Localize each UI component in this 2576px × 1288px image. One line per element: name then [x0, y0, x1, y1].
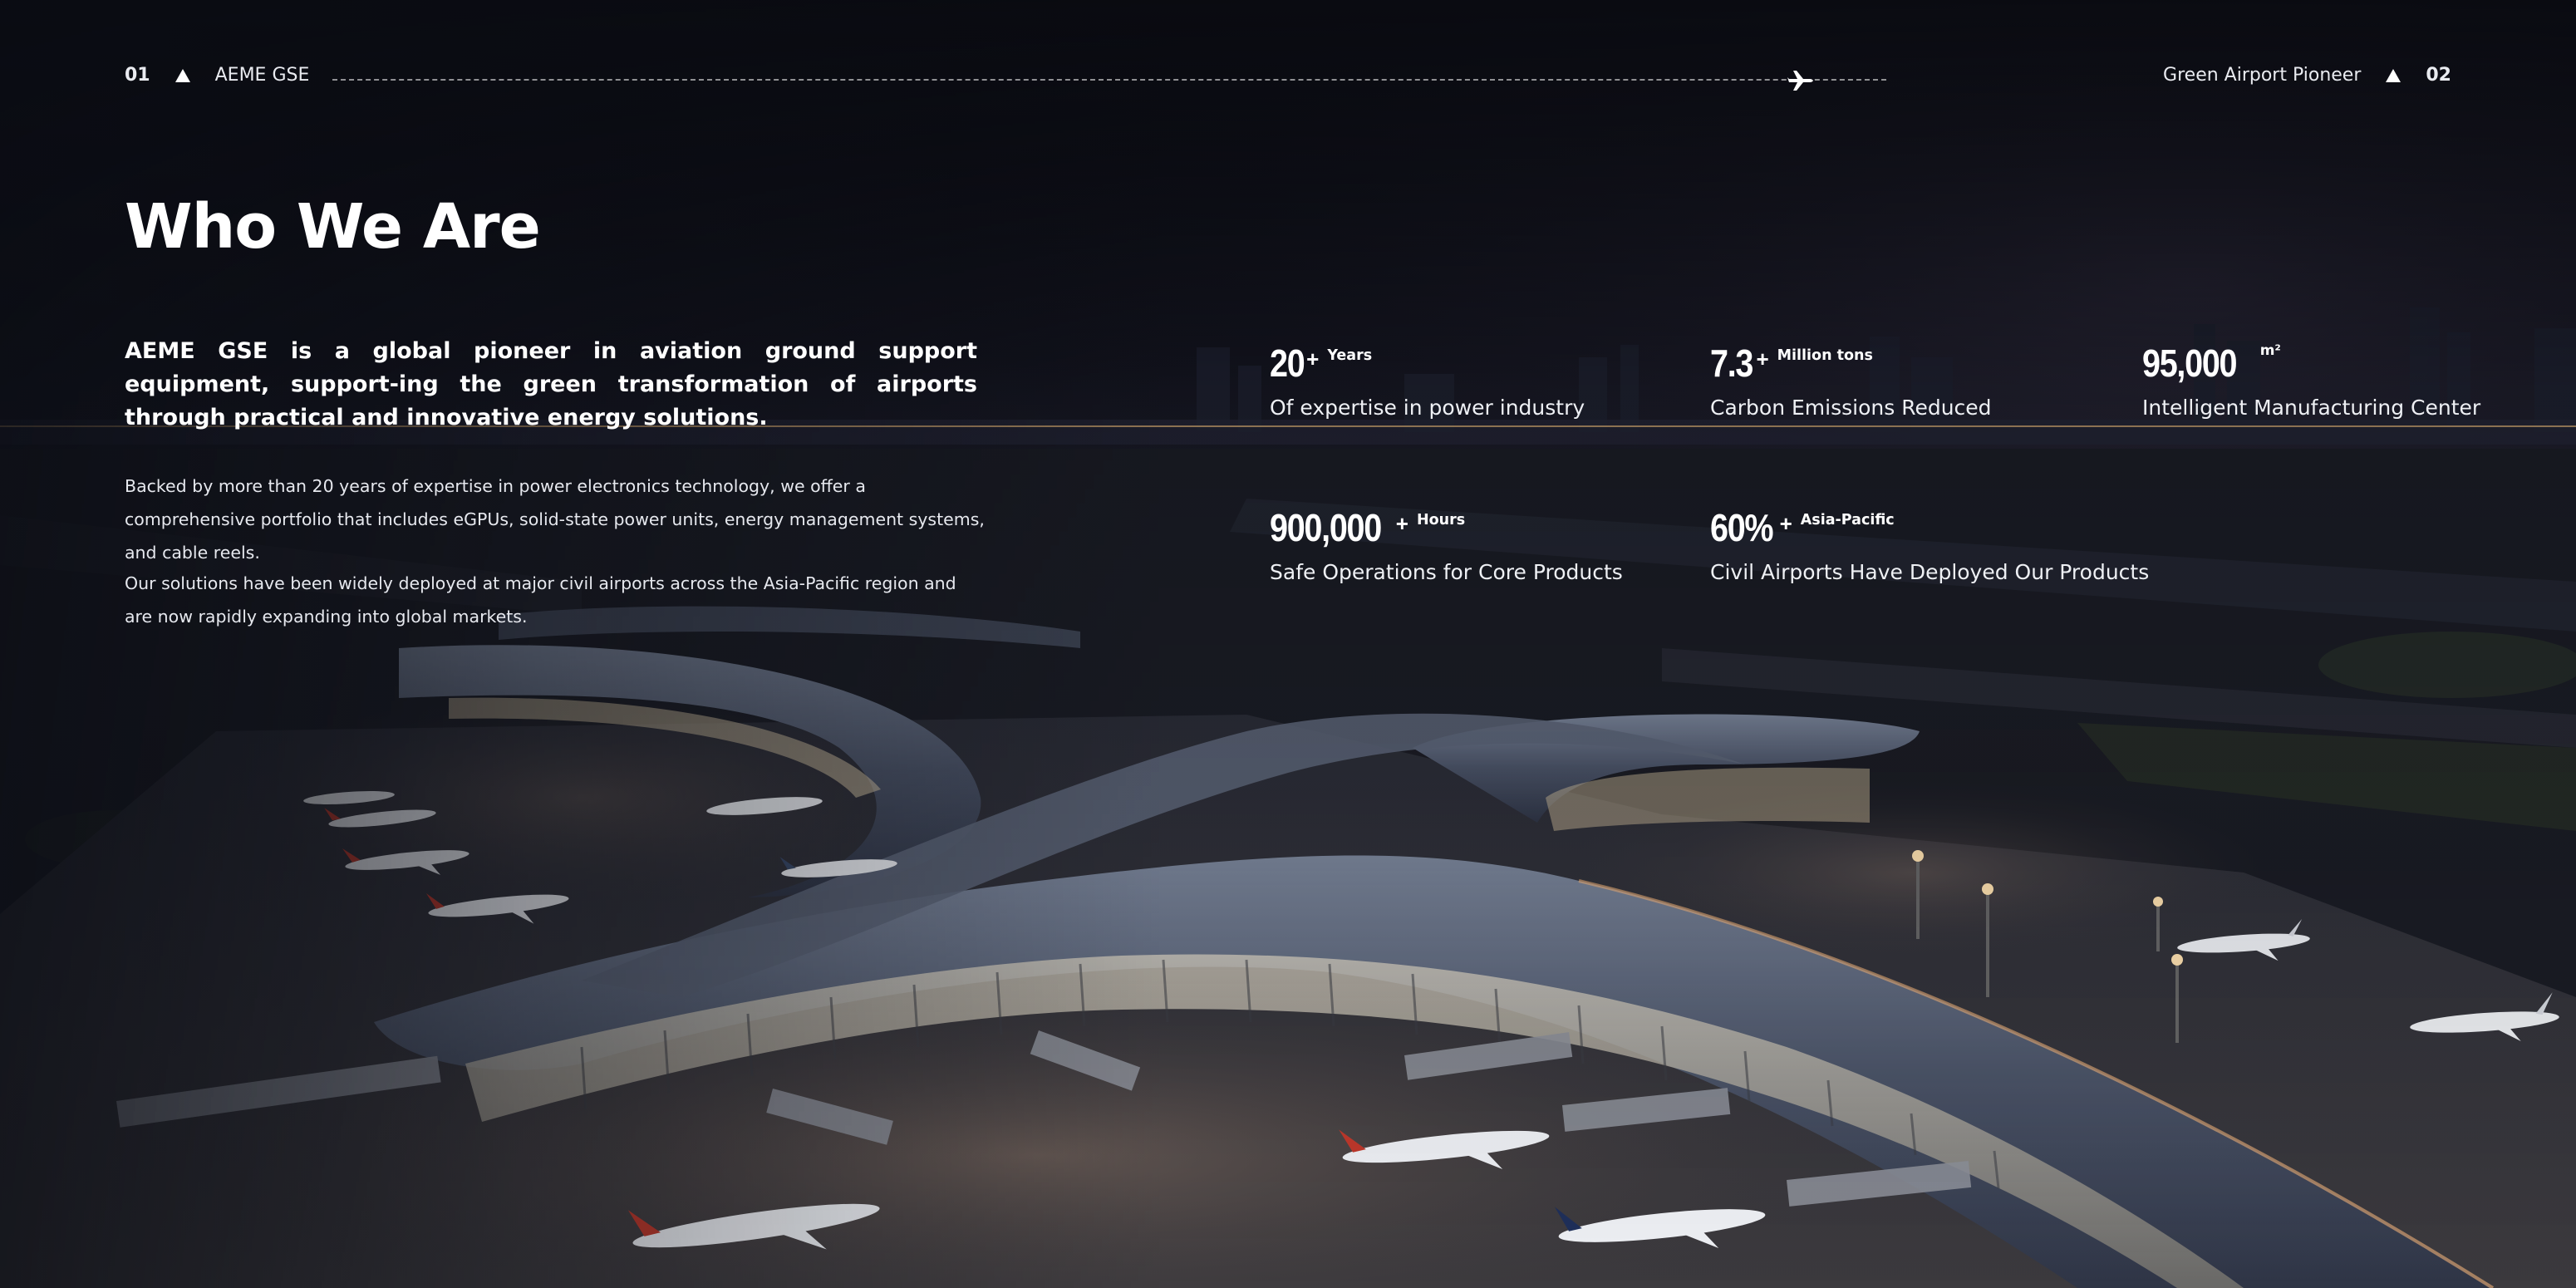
- stat-suffix: +: [1306, 347, 1320, 371]
- page-number-left: 01: [125, 65, 150, 86]
- stat-figure: 60% + Asia-Pacific: [1710, 507, 2149, 553]
- stat-suffix: +: [1395, 511, 1408, 536]
- stat-manufacturing-area: 95,000 m² Intelligent Manufacturing Cent…: [2142, 342, 2480, 422]
- topbar-right: Green Airport Pioneer 02: [2163, 65, 2451, 86]
- stat-caption: Carbon Emissions Reduced: [1710, 396, 1992, 420]
- stat-years-expertise: 20 + Years Of expertise in power industr…: [1270, 342, 1585, 422]
- top-navigation-bar: 01 AEME GSE Green Airport Pioneer 02: [125, 65, 2451, 95]
- stat-suffix: +: [1756, 347, 1769, 371]
- stat-number: 60%: [1710, 506, 1774, 549]
- stat-safe-operation-hours: 900,000 + Hours Safe Operations for Core…: [1270, 507, 1623, 587]
- stat-unit: Hours: [1416, 512, 1466, 528]
- stat-unit: Million tons: [1777, 347, 1873, 364]
- stat-figure: 900,000 + Hours: [1270, 507, 1623, 553]
- page-title: Who We Are: [125, 191, 541, 263]
- topbar-left: 01 AEME GSE: [125, 65, 309, 86]
- brand-label: AEME GSE: [214, 65, 310, 86]
- stat-suffix: +: [1779, 511, 1792, 536]
- stat-figure: 7.3 + Million tons: [1710, 342, 1992, 389]
- body-paragraph-deployment: Our solutions have been widely deployed …: [125, 573, 956, 627]
- stat-number: 20: [1270, 342, 1305, 385]
- stat-unit: Asia-Pacific: [1800, 512, 1895, 528]
- stat-caption: Intelligent Manufacturing Center: [2142, 396, 2481, 420]
- stat-number: 95,000: [2142, 342, 2238, 385]
- stat-figure: 20 + Years: [1270, 342, 1585, 389]
- stat-number: 7.3: [1710, 342, 1753, 385]
- section-label: Green Airport Pioneer: [2163, 65, 2362, 86]
- lead-statement: AEME GSE is a global pioneer in aviation…: [125, 338, 977, 430]
- airplane-icon: [1787, 71, 1813, 91]
- triangle-icon: [175, 68, 190, 82]
- stat-carbon-reduced: 7.3 + Million tons Carbon Emissions Redu…: [1710, 342, 1992, 422]
- page-number-right: 02: [2426, 65, 2451, 86]
- dashed-divider: [332, 79, 1886, 81]
- stat-airport-deployment: 60% + Asia-Pacific Civil Airports Have D…: [1710, 507, 2149, 587]
- stat-unit: m²: [2259, 342, 2281, 359]
- stat-caption: Of expertise in power industry: [1270, 396, 1585, 420]
- stat-unit: Years: [1327, 347, 1373, 364]
- stat-caption: Civil Airports Have Deployed Our Product…: [1710, 560, 2150, 584]
- stat-figure: 95,000 m²: [2142, 342, 2480, 389]
- body-paragraph-expertise: Backed by more than 20 years of expertis…: [125, 476, 985, 563]
- stat-caption: Safe Operations for Core Products: [1270, 560, 1623, 584]
- triangle-icon: [2386, 68, 2401, 82]
- stat-number: 900,000: [1270, 506, 1382, 549]
